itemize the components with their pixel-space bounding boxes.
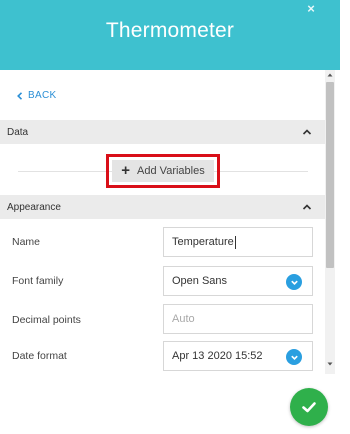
plus-icon: +	[121, 162, 131, 179]
appearance-section-header[interactable]: Appearance	[0, 195, 325, 219]
dialog-title: Thermometer	[105, 19, 235, 42]
chevron-down-icon	[286, 274, 302, 290]
scroll-up-arrow-icon[interactable]	[326, 71, 334, 79]
settings-panel: BACK Data + Add Variables Appearance Nam…	[0, 70, 325, 374]
check-icon	[302, 402, 316, 413]
name-label: Name	[12, 236, 41, 248]
font-family-value: Open Sans	[172, 275, 228, 287]
add-variables-label: Add Variables	[137, 165, 205, 177]
chevron-left-icon	[17, 91, 23, 100]
date-format-select[interactable]: Apr 13 2020 15:52	[163, 341, 313, 371]
chevron-up-icon	[302, 129, 312, 135]
appearance-section-title: Appearance	[7, 201, 61, 213]
chevron-up-icon	[302, 204, 312, 210]
decimal-points-placeholder: Auto	[172, 313, 195, 325]
date-format-label: Date format	[12, 350, 67, 362]
name-input[interactable]: Temperature	[163, 227, 313, 257]
text-cursor	[234, 235, 236, 249]
dialog-header: Thermometer ×	[0, 0, 340, 70]
close-icon[interactable]: ×	[304, 2, 318, 16]
font-family-label: Font family	[12, 275, 64, 287]
name-value: Temperature	[172, 236, 234, 248]
scroll-down-arrow-icon[interactable]	[326, 360, 334, 368]
data-section-title: Data	[7, 126, 29, 138]
chevron-down-icon	[286, 349, 302, 365]
highlight-box: + Add Variables	[106, 154, 220, 188]
font-family-select[interactable]: Open Sans	[163, 266, 313, 296]
scrollbar-thumb[interactable]	[326, 82, 334, 268]
add-variables-button[interactable]: + Add Variables	[112, 160, 214, 182]
data-section-header[interactable]: Data	[0, 120, 325, 144]
date-format-value: Apr 13 2020 15:52	[172, 350, 263, 362]
scrollbar[interactable]	[325, 70, 335, 374]
confirm-button[interactable]	[290, 388, 328, 426]
back-link[interactable]: BACK	[16, 90, 56, 101]
back-label: BACK	[28, 90, 57, 101]
decimal-points-label: Decimal points	[12, 314, 81, 326]
decimal-points-input[interactable]: Auto	[163, 304, 313, 334]
